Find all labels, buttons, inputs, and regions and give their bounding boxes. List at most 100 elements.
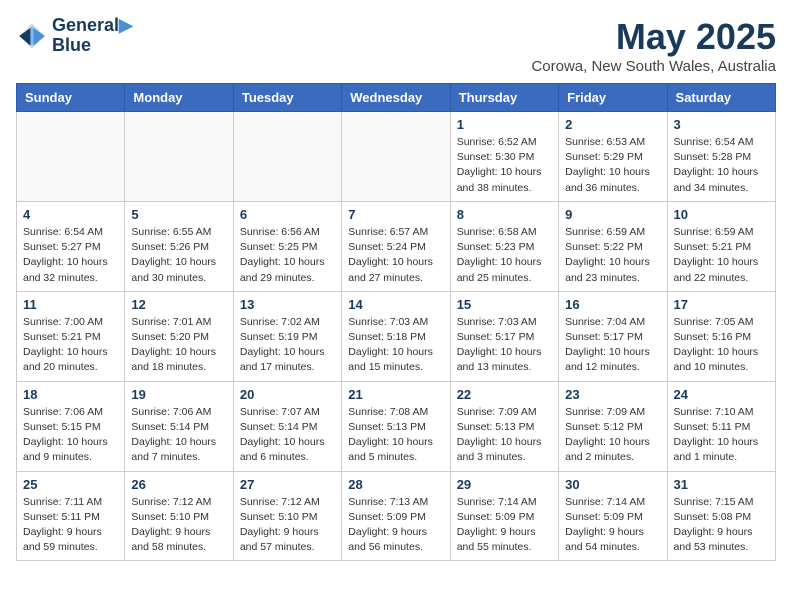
day-info: Sunrise: 7:01 AMSunset: 5:20 PMDaylight:… bbox=[131, 315, 226, 376]
day-info: Sunrise: 7:07 AMSunset: 5:14 PMDaylight:… bbox=[240, 405, 335, 466]
day-info: Sunrise: 7:03 AMSunset: 5:18 PMDaylight:… bbox=[348, 315, 443, 376]
day-number: 25 bbox=[23, 477, 118, 492]
day-number: 1 bbox=[457, 117, 552, 132]
day-number: 30 bbox=[565, 477, 660, 492]
calendar-day-cell: 20 Sunrise: 7:07 AMSunset: 5:14 PMDayligh… bbox=[233, 381, 341, 471]
day-info: Sunrise: 7:03 AMSunset: 5:17 PMDaylight:… bbox=[457, 315, 552, 376]
day-info: Sunrise: 7:12 AMSunset: 5:10 PMDaylight:… bbox=[240, 495, 335, 556]
calendar-day-cell: 11 Sunrise: 7:00 AMSunset: 5:21 PMDayligh… bbox=[17, 291, 125, 381]
calendar-day-cell: 14Sunrise: 7:03 AMSunset: 5:18 PMDayligh… bbox=[342, 291, 450, 381]
day-number: 23 bbox=[565, 387, 660, 402]
day-of-week-header: Saturday bbox=[667, 84, 775, 112]
calendar-week-row: 18 Sunrise: 7:06 AMSunset: 5:15 PMDayligh… bbox=[17, 381, 776, 471]
day-number: 10 bbox=[674, 207, 769, 222]
day-of-week-header: Friday bbox=[559, 84, 667, 112]
calendar-week-row: 4Sunrise: 6:54 AMSunset: 5:27 PMDaylight… bbox=[17, 201, 776, 291]
calendar-day-cell: 28 Sunrise: 7:13 AMSunset: 5:09 PMDayligh… bbox=[342, 471, 450, 561]
day-number: 9 bbox=[565, 207, 660, 222]
calendar-day-cell: 12 Sunrise: 7:01 AMSunset: 5:20 PMDayligh… bbox=[125, 291, 233, 381]
day-number: 11 bbox=[23, 297, 118, 312]
day-number: 3 bbox=[674, 117, 769, 132]
day-of-week-header: Wednesday bbox=[342, 84, 450, 112]
logo-icon bbox=[16, 20, 48, 52]
day-number: 18 bbox=[23, 387, 118, 402]
day-info: Sunrise: 7:09 AMSunset: 5:13 PMDaylight:… bbox=[457, 405, 552, 466]
day-info: Sunrise: 7:02 AMSunset: 5:19 PMDaylight:… bbox=[240, 315, 335, 376]
day-number: 6 bbox=[240, 207, 335, 222]
title-block: May 2025 Corowa, New South Wales, Austra… bbox=[531, 16, 776, 75]
calendar-day-cell: 3 Sunrise: 6:54 AMSunset: 5:28 PMDaylight… bbox=[667, 112, 775, 202]
day-number: 15 bbox=[457, 297, 552, 312]
day-number: 26 bbox=[131, 477, 226, 492]
calendar-day-cell: 2 Sunrise: 6:53 AMSunset: 5:29 PMDaylight… bbox=[559, 112, 667, 202]
calendar-day-cell bbox=[125, 112, 233, 202]
day-info: Sunrise: 7:06 AMSunset: 5:14 PMDaylight:… bbox=[131, 405, 226, 466]
day-info: Sunrise: 7:15 AMSunset: 5:08 PMDaylight:… bbox=[674, 495, 769, 556]
calendar-day-cell: 4Sunrise: 6:54 AMSunset: 5:27 PMDaylight… bbox=[17, 201, 125, 291]
day-of-week-header: Monday bbox=[125, 84, 233, 112]
calendar-day-cell: 29Sunrise: 7:14 AMSunset: 5:09 PMDayligh… bbox=[450, 471, 558, 561]
calendar-header-row: SundayMondayTuesdayWednesdayThursdayFrid… bbox=[17, 84, 776, 112]
page-header: General▶ Blue May 2025 Corowa, New South… bbox=[16, 16, 776, 75]
calendar-day-cell: 1Sunrise: 6:52 AMSunset: 5:30 PMDaylight… bbox=[450, 112, 558, 202]
day-number: 7 bbox=[348, 207, 443, 222]
calendar-day-cell: 22 Sunrise: 7:09 AMSunset: 5:13 PMDayligh… bbox=[450, 381, 558, 471]
day-number: 29 bbox=[457, 477, 552, 492]
day-of-week-header: Tuesday bbox=[233, 84, 341, 112]
day-info: Sunrise: 6:57 AMSunset: 5:24 PMDaylight:… bbox=[348, 225, 443, 286]
calendar-day-cell: 30 Sunrise: 7:14 AMSunset: 5:09 PMDayligh… bbox=[559, 471, 667, 561]
calendar-day-cell: 9 Sunrise: 6:59 AMSunset: 5:22 PMDaylight… bbox=[559, 201, 667, 291]
day-info: Sunrise: 6:53 AMSunset: 5:29 PMDaylight:… bbox=[565, 135, 660, 196]
day-number: 31 bbox=[674, 477, 769, 492]
calendar-day-cell: 25 Sunrise: 7:11 AMSunset: 5:11 PMDayligh… bbox=[17, 471, 125, 561]
day-of-week-header: Thursday bbox=[450, 84, 558, 112]
day-number: 5 bbox=[131, 207, 226, 222]
calendar-day-cell: 10Sunrise: 6:59 AMSunset: 5:21 PMDayligh… bbox=[667, 201, 775, 291]
day-number: 20 bbox=[240, 387, 335, 402]
calendar-week-row: 11 Sunrise: 7:00 AMSunset: 5:21 PMDayligh… bbox=[17, 291, 776, 381]
day-info: Sunrise: 7:05 AMSunset: 5:16 PMDaylight:… bbox=[674, 315, 769, 376]
logo: General▶ Blue bbox=[16, 16, 133, 56]
calendar-day-cell: 18 Sunrise: 7:06 AMSunset: 5:15 PMDayligh… bbox=[17, 381, 125, 471]
calendar-day-cell: 13Sunrise: 7:02 AMSunset: 5:19 PMDayligh… bbox=[233, 291, 341, 381]
calendar-day-cell: 27 Sunrise: 7:12 AMSunset: 5:10 PMDayligh… bbox=[233, 471, 341, 561]
calendar-day-cell: 17 Sunrise: 7:05 AMSunset: 5:16 PMDayligh… bbox=[667, 291, 775, 381]
calendar-day-cell: 8 Sunrise: 6:58 AMSunset: 5:23 PMDaylight… bbox=[450, 201, 558, 291]
day-info: Sunrise: 7:11 AMSunset: 5:11 PMDaylight:… bbox=[23, 495, 118, 556]
day-info: Sunrise: 6:59 AMSunset: 5:22 PMDaylight:… bbox=[565, 225, 660, 286]
calendar-day-cell: 24Sunrise: 7:10 AMSunset: 5:11 PMDayligh… bbox=[667, 381, 775, 471]
day-info: Sunrise: 6:54 AMSunset: 5:28 PMDaylight:… bbox=[674, 135, 769, 196]
calendar-week-row: 1Sunrise: 6:52 AMSunset: 5:30 PMDaylight… bbox=[17, 112, 776, 202]
day-info: Sunrise: 6:55 AMSunset: 5:26 PMDaylight:… bbox=[131, 225, 226, 286]
day-number: 22 bbox=[457, 387, 552, 402]
calendar-day-cell: 15 Sunrise: 7:03 AMSunset: 5:17 PMDayligh… bbox=[450, 291, 558, 381]
day-info: Sunrise: 7:06 AMSunset: 5:15 PMDaylight:… bbox=[23, 405, 118, 466]
day-info: Sunrise: 7:09 AMSunset: 5:12 PMDaylight:… bbox=[565, 405, 660, 466]
day-number: 12 bbox=[131, 297, 226, 312]
day-of-week-header: Sunday bbox=[17, 84, 125, 112]
day-number: 8 bbox=[457, 207, 552, 222]
day-info: Sunrise: 6:56 AMSunset: 5:25 PMDaylight:… bbox=[240, 225, 335, 286]
day-number: 27 bbox=[240, 477, 335, 492]
day-info: Sunrise: 6:58 AMSunset: 5:23 PMDaylight:… bbox=[457, 225, 552, 286]
logo-text: General▶ Blue bbox=[52, 16, 133, 56]
day-number: 28 bbox=[348, 477, 443, 492]
day-info: Sunrise: 7:14 AMSunset: 5:09 PMDaylight:… bbox=[565, 495, 660, 556]
calendar-day-cell: 5 Sunrise: 6:55 AMSunset: 5:26 PMDaylight… bbox=[125, 201, 233, 291]
calendar-day-cell: 19Sunrise: 7:06 AMSunset: 5:14 PMDayligh… bbox=[125, 381, 233, 471]
day-number: 24 bbox=[674, 387, 769, 402]
day-info: Sunrise: 7:00 AMSunset: 5:21 PMDaylight:… bbox=[23, 315, 118, 376]
calendar-day-cell: 6 Sunrise: 6:56 AMSunset: 5:25 PMDaylight… bbox=[233, 201, 341, 291]
day-info: Sunrise: 7:13 AMSunset: 5:09 PMDaylight:… bbox=[348, 495, 443, 556]
day-number: 17 bbox=[674, 297, 769, 312]
day-info: Sunrise: 7:04 AMSunset: 5:17 PMDaylight:… bbox=[565, 315, 660, 376]
day-number: 16 bbox=[565, 297, 660, 312]
day-number: 2 bbox=[565, 117, 660, 132]
day-info: Sunrise: 7:08 AMSunset: 5:13 PMDaylight:… bbox=[348, 405, 443, 466]
calendar-day-cell: 31 Sunrise: 7:15 AMSunset: 5:08 PMDayligh… bbox=[667, 471, 775, 561]
location: Corowa, New South Wales, Australia bbox=[531, 58, 776, 75]
calendar-day-cell: 16 Sunrise: 7:04 AMSunset: 5:17 PMDayligh… bbox=[559, 291, 667, 381]
calendar-day-cell bbox=[17, 112, 125, 202]
calendar-week-row: 25 Sunrise: 7:11 AMSunset: 5:11 PMDayligh… bbox=[17, 471, 776, 561]
calendar-day-cell: 21Sunrise: 7:08 AMSunset: 5:13 PMDayligh… bbox=[342, 381, 450, 471]
